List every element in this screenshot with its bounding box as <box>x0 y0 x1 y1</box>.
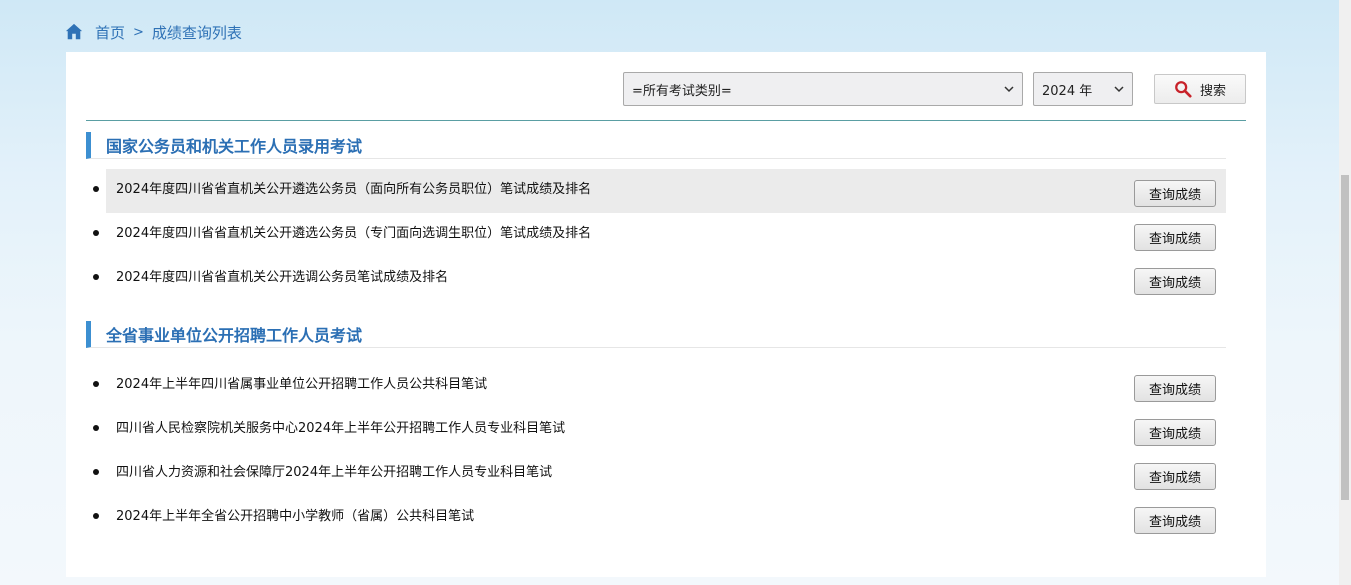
divider <box>86 120 1246 121</box>
section-civil-servant: 国家公务员和机关工作人员录用考试 2024年度四川省省直机关公开遴选公务员（面向… <box>86 132 1226 301</box>
exam-title: 2024年度四川省省直机关公开遴选公务员（面向所有公务员职位）笔试成绩及排名 <box>116 182 592 197</box>
bullet <box>93 513 99 519</box>
list-item: 2024年上半年四川省属事业单位公开招聘工作人员公共科目笔试 查询成绩 <box>86 364 1226 408</box>
chevron-down-icon <box>1114 86 1124 93</box>
list-item: 四川省人民检察院机关服务中心2024年上半年公开招聘工作人员专业科目笔试 查询成… <box>86 408 1226 452</box>
year-select[interactable]: 2024 年 <box>1033 72 1133 106</box>
category-select-value: =所有考试类别= <box>632 83 732 99</box>
exam-title: 2024年度四川省省直机关公开选调公务员笔试成绩及排名 <box>116 270 449 285</box>
breadcrumb-home-link[interactable]: 首页 <box>95 22 125 43</box>
scrollbar-thumb[interactable] <box>1341 175 1349 500</box>
scrollbar[interactable] <box>1339 0 1351 585</box>
exam-title: 2024年上半年全省公开招聘中小学教师（省属）公共科目笔试 <box>116 509 475 524</box>
breadcrumb-separator: > <box>133 24 144 40</box>
query-score-button[interactable]: 查询成绩 <box>1134 463 1216 490</box>
breadcrumb-current: 成绩查询列表 <box>151 23 242 42</box>
section-public-institution: 全省事业单位公开招聘工作人员考试 2024年上半年四川省属事业单位公开招聘工作人… <box>86 321 1226 540</box>
bullet <box>93 425 99 431</box>
breadcrumb: 首页 > 成绩查询列表 <box>65 20 242 44</box>
query-score-button[interactable]: 查询成绩 <box>1134 224 1216 251</box>
list-item: 2024年度四川省省直机关公开遴选公务员（面向所有公务员职位）笔试成绩及排名 查… <box>93 169 1226 213</box>
section-title: 国家公务员和机关工作人员录用考试 <box>86 132 1226 159</box>
chevron-down-icon <box>1004 86 1014 93</box>
list-item: 2024年度四川省省直机关公开选调公务员笔试成绩及排名 查询成绩 <box>86 257 1226 301</box>
query-score-button[interactable]: 查询成绩 <box>1134 375 1216 402</box>
bullet <box>93 381 99 387</box>
query-score-button[interactable]: 查询成绩 <box>1134 268 1216 295</box>
list-item: 2024年度四川省省直机关公开遴选公务员（专门面向选调生职位）笔试成绩及排名 查… <box>86 213 1226 257</box>
exam-title: 四川省人民检察院机关服务中心2024年上半年公开招聘工作人员专业科目笔试 <box>116 421 566 436</box>
year-select-value: 2024 年 <box>1042 83 1093 99</box>
section-title: 全省事业单位公开招聘工作人员考试 <box>86 321 1226 348</box>
results-panel: =所有考试类别= 2024 年 搜索 国家公务员和机关工作人员录用考试 2024… <box>66 52 1266 577</box>
query-score-button[interactable]: 查询成绩 <box>1134 419 1216 446</box>
magnifier-icon <box>1175 81 1192 98</box>
search-bar: =所有考试类别= 2024 年 搜索 <box>623 72 1246 106</box>
bullet <box>93 469 99 475</box>
home-icon[interactable] <box>65 23 83 41</box>
category-select[interactable]: =所有考试类别= <box>623 72 1023 106</box>
exam-title: 四川省人力资源和社会保障厅2024年上半年公开招聘工作人员专业科目笔试 <box>116 465 553 480</box>
query-score-button[interactable]: 查询成绩 <box>1134 180 1216 207</box>
bullet <box>93 230 99 236</box>
bullet <box>93 274 99 280</box>
list-item: 四川省人力资源和社会保障厅2024年上半年公开招聘工作人员专业科目笔试 查询成绩 <box>86 452 1226 496</box>
search-button[interactable]: 搜索 <box>1154 74 1246 104</box>
query-score-button[interactable]: 查询成绩 <box>1134 507 1216 534</box>
list-item: 2024年上半年全省公开招聘中小学教师（省属）公共科目笔试 查询成绩 <box>86 496 1226 540</box>
exam-title: 2024年上半年四川省属事业单位公开招聘工作人员公共科目笔试 <box>116 377 488 392</box>
search-button-label: 搜索 <box>1199 83 1226 99</box>
exam-title: 2024年度四川省省直机关公开遴选公务员（专门面向选调生职位）笔试成绩及排名 <box>116 226 592 241</box>
bullet <box>93 186 99 192</box>
